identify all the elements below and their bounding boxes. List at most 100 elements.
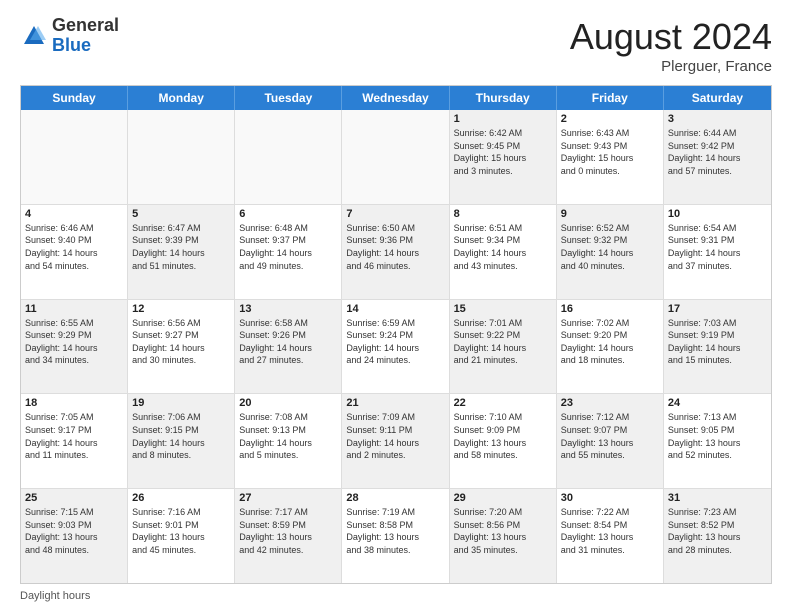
day-number: 23 xyxy=(561,397,659,409)
cal-header-thursday: Thursday xyxy=(450,86,557,110)
cal-cell-day-15: 15 Sunrise: 7:01 AM Sunset: 9:22 PM Dayli… xyxy=(450,300,557,394)
day-info: Sunrise: 7:19 AM Sunset: 8:58 PM Dayligh… xyxy=(346,506,444,556)
day-number: 29 xyxy=(454,492,552,504)
day-info: Sunrise: 7:13 AM Sunset: 9:05 PM Dayligh… xyxy=(668,411,767,461)
cal-cell-day-11: 11Sunrise: 6:55 AM Sunset: 9:29 PM Dayli… xyxy=(21,300,128,394)
day-number: 8 xyxy=(454,208,552,220)
day-number: 24 xyxy=(668,397,767,409)
day-number: 12 xyxy=(132,303,230,315)
month-title: August 2024 xyxy=(570,16,772,58)
day-info: Sunrise: 7:03 AM Sunset: 9:19 PM Dayligh… xyxy=(668,317,767,367)
cal-cell-day-1: 1 Sunrise: 6:42 AM Sunset: 9:45 PM Daylig… xyxy=(450,110,557,204)
day-number: 1 xyxy=(454,113,552,125)
day-number: 16 xyxy=(561,303,659,315)
day-info: Sunrise: 7:12 AM Sunset: 9:07 PM Dayligh… xyxy=(561,411,659,461)
day-number: 31 xyxy=(668,492,767,504)
cal-row-0: 1 Sunrise: 6:42 AM Sunset: 9:45 PM Daylig… xyxy=(21,110,771,205)
day-number: 14 xyxy=(346,303,444,315)
day-info: Sunrise: 7:06 AM Sunset: 9:15 PM Dayligh… xyxy=(132,411,230,461)
cal-cell-day-27: 27Sunrise: 7:17 AM Sunset: 8:59 PM Dayli… xyxy=(235,489,342,583)
cal-cell-empty-0-1 xyxy=(128,110,235,204)
cal-header-wednesday: Wednesday xyxy=(342,86,449,110)
cal-cell-day-20: 20 Sunrise: 7:08 AM Sunset: 9:13 PM Dayli… xyxy=(235,394,342,488)
cal-cell-day-28: 28 Sunrise: 7:19 AM Sunset: 8:58 PM Dayli… xyxy=(342,489,449,583)
footer: Daylight hours xyxy=(20,590,772,602)
cal-cell-day-21: 21Sunrise: 7:09 AM Sunset: 9:11 PM Dayli… xyxy=(342,394,449,488)
day-number: 19 xyxy=(132,397,230,409)
cal-cell-day-26: 26Sunrise: 7:16 AM Sunset: 9:01 PM Dayli… xyxy=(128,489,235,583)
day-info: Sunrise: 7:02 AM Sunset: 9:20 PM Dayligh… xyxy=(561,317,659,367)
day-number: 3 xyxy=(668,113,767,125)
cal-header-tuesday: Tuesday xyxy=(235,86,342,110)
cal-cell-day-30: 30 Sunrise: 7:22 AM Sunset: 8:54 PM Dayli… xyxy=(557,489,664,583)
cal-cell-day-3: 3 Sunrise: 6:44 AM Sunset: 9:42 PM Daylig… xyxy=(664,110,771,204)
day-number: 18 xyxy=(25,397,123,409)
cal-cell-day-19: 19 Sunrise: 7:06 AM Sunset: 9:15 PM Dayli… xyxy=(128,394,235,488)
cal-header-monday: Monday xyxy=(128,86,235,110)
day-number: 10 xyxy=(668,208,767,220)
day-number: 17 xyxy=(668,303,767,315)
day-number: 7 xyxy=(346,208,444,220)
cal-cell-day-25: 25Sunrise: 7:15 AM Sunset: 9:03 PM Dayli… xyxy=(21,489,128,583)
day-number: 20 xyxy=(239,397,337,409)
cal-cell-day-10: 10 Sunrise: 6:54 AM Sunset: 9:31 PM Dayli… xyxy=(664,205,771,299)
day-info: Sunrise: 6:54 AM Sunset: 9:31 PM Dayligh… xyxy=(668,222,767,272)
cal-cell-day-14: 14Sunrise: 6:59 AM Sunset: 9:24 PM Dayli… xyxy=(342,300,449,394)
cal-cell-day-9: 9 Sunrise: 6:52 AM Sunset: 9:32 PM Daylig… xyxy=(557,205,664,299)
day-number: 28 xyxy=(346,492,444,504)
logo: General Blue xyxy=(20,16,119,56)
cal-cell-day-6: 6Sunrise: 6:48 AM Sunset: 9:37 PM Daylig… xyxy=(235,205,342,299)
day-number: 22 xyxy=(454,397,552,409)
page: General Blue August 2024 Plerguer, Franc… xyxy=(0,0,792,612)
footer-label: Daylight hours xyxy=(20,590,90,602)
day-info: Sunrise: 6:44 AM Sunset: 9:42 PM Dayligh… xyxy=(668,127,767,177)
cal-row-1: 4Sunrise: 6:46 AM Sunset: 9:40 PM Daylig… xyxy=(21,205,771,300)
day-info: Sunrise: 6:42 AM Sunset: 9:45 PM Dayligh… xyxy=(454,127,552,177)
day-info: Sunrise: 7:22 AM Sunset: 8:54 PM Dayligh… xyxy=(561,506,659,556)
day-info: Sunrise: 6:43 AM Sunset: 9:43 PM Dayligh… xyxy=(561,127,659,177)
cal-cell-day-8: 8 Sunrise: 6:51 AM Sunset: 9:34 PM Daylig… xyxy=(450,205,557,299)
calendar: SundayMondayTuesdayWednesdayThursdayFrid… xyxy=(20,85,772,584)
cal-cell-day-24: 24 Sunrise: 7:13 AM Sunset: 9:05 PM Dayli… xyxy=(664,394,771,488)
cal-header-friday: Friday xyxy=(557,86,664,110)
logo-text: General Blue xyxy=(52,16,119,56)
cal-cell-day-16: 16 Sunrise: 7:02 AM Sunset: 9:20 PM Dayli… xyxy=(557,300,664,394)
day-info: Sunrise: 6:55 AM Sunset: 9:29 PM Dayligh… xyxy=(25,317,123,367)
cal-cell-empty-0-3 xyxy=(342,110,449,204)
header: General Blue August 2024 Plerguer, Franc… xyxy=(20,16,772,75)
day-info: Sunrise: 6:47 AM Sunset: 9:39 PM Dayligh… xyxy=(132,222,230,272)
cal-header-sunday: Sunday xyxy=(21,86,128,110)
day-info: Sunrise: 7:08 AM Sunset: 9:13 PM Dayligh… xyxy=(239,411,337,461)
cal-cell-day-18: 18 Sunrise: 7:05 AM Sunset: 9:17 PM Dayli… xyxy=(21,394,128,488)
cal-cell-day-31: 31 Sunrise: 7:23 AM Sunset: 8:52 PM Dayli… xyxy=(664,489,771,583)
cal-cell-empty-0-0 xyxy=(21,110,128,204)
day-info: Sunrise: 6:52 AM Sunset: 9:32 PM Dayligh… xyxy=(561,222,659,272)
cal-cell-day-17: 17 Sunrise: 7:03 AM Sunset: 9:19 PM Dayli… xyxy=(664,300,771,394)
cal-cell-day-22: 22 Sunrise: 7:10 AM Sunset: 9:09 PM Dayli… xyxy=(450,394,557,488)
cal-cell-empty-0-2 xyxy=(235,110,342,204)
day-number: 15 xyxy=(454,303,552,315)
calendar-header-row: SundayMondayTuesdayWednesdayThursdayFrid… xyxy=(21,86,771,110)
day-number: 5 xyxy=(132,208,230,220)
day-info: Sunrise: 6:58 AM Sunset: 9:26 PM Dayligh… xyxy=(239,317,337,367)
day-info: Sunrise: 7:10 AM Sunset: 9:09 PM Dayligh… xyxy=(454,411,552,461)
day-info: Sunrise: 7:15 AM Sunset: 9:03 PM Dayligh… xyxy=(25,506,123,556)
cal-cell-day-7: 7Sunrise: 6:50 AM Sunset: 9:36 PM Daylig… xyxy=(342,205,449,299)
calendar-body: 1 Sunrise: 6:42 AM Sunset: 9:45 PM Daylig… xyxy=(21,110,771,583)
cal-header-saturday: Saturday xyxy=(664,86,771,110)
day-info: Sunrise: 7:20 AM Sunset: 8:56 PM Dayligh… xyxy=(454,506,552,556)
day-number: 9 xyxy=(561,208,659,220)
day-info: Sunrise: 7:16 AM Sunset: 9:01 PM Dayligh… xyxy=(132,506,230,556)
cal-cell-day-5: 5 Sunrise: 6:47 AM Sunset: 9:39 PM Daylig… xyxy=(128,205,235,299)
day-info: Sunrise: 7:01 AM Sunset: 9:22 PM Dayligh… xyxy=(454,317,552,367)
cal-cell-day-12: 12Sunrise: 6:56 AM Sunset: 9:27 PM Dayli… xyxy=(128,300,235,394)
day-info: Sunrise: 7:05 AM Sunset: 9:17 PM Dayligh… xyxy=(25,411,123,461)
day-number: 30 xyxy=(561,492,659,504)
day-info: Sunrise: 6:51 AM Sunset: 9:34 PM Dayligh… xyxy=(454,222,552,272)
day-info: Sunrise: 7:23 AM Sunset: 8:52 PM Dayligh… xyxy=(668,506,767,556)
cal-row-2: 11Sunrise: 6:55 AM Sunset: 9:29 PM Dayli… xyxy=(21,300,771,395)
day-info: Sunrise: 7:17 AM Sunset: 8:59 PM Dayligh… xyxy=(239,506,337,556)
cal-cell-day-23: 23 Sunrise: 7:12 AM Sunset: 9:07 PM Dayli… xyxy=(557,394,664,488)
cal-row-3: 18 Sunrise: 7:05 AM Sunset: 9:17 PM Dayli… xyxy=(21,394,771,489)
cal-row-4: 25Sunrise: 7:15 AM Sunset: 9:03 PM Dayli… xyxy=(21,489,771,583)
